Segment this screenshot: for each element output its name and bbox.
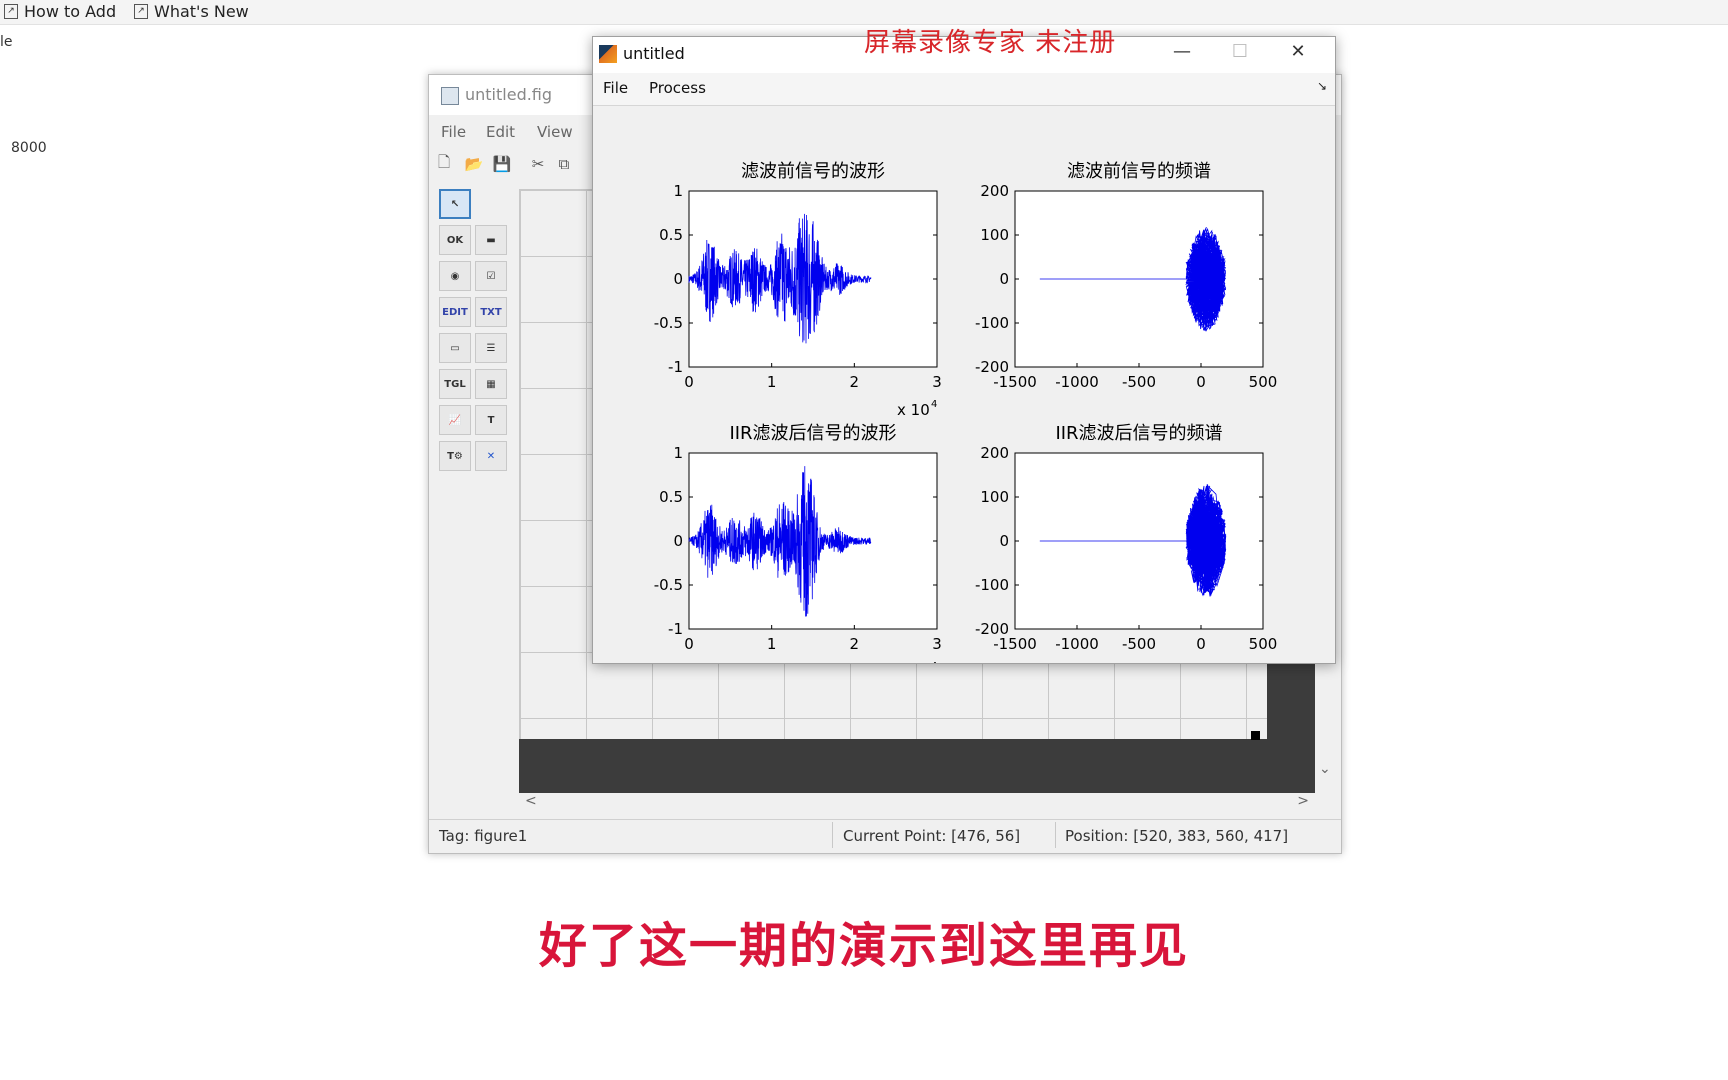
button-group-tool-icon[interactable]: T⚙ bbox=[439, 441, 471, 471]
x-tick-label-1-4: 500 bbox=[1249, 373, 1278, 391]
chart-title-1: 滤波前信号的频谱 bbox=[1067, 161, 1211, 182]
copy-icon[interactable]: ⧉ bbox=[553, 153, 575, 175]
x-tick-label-3-0: -1500 bbox=[993, 635, 1037, 653]
toggle-button-tool-icon[interactable]: TGL bbox=[439, 369, 471, 399]
x-tick-label-0-3: 3 bbox=[932, 373, 942, 391]
watermark: 屏幕录像专家 未注册 bbox=[864, 28, 1117, 58]
y-tick-label-1-2: 0 bbox=[999, 270, 1009, 288]
x-tick-label-0-0: 0 bbox=[684, 373, 694, 391]
guide-menu-view[interactable]: View bbox=[537, 123, 573, 141]
y-tick-label-0-1: 0.5 bbox=[659, 226, 683, 244]
matlab-logo-icon bbox=[599, 45, 617, 63]
x-tick-label-1-1: -1000 bbox=[1055, 373, 1099, 391]
panel-tool-icon[interactable]: T bbox=[475, 405, 507, 435]
plots-area: 滤波前信号的波形10.50-0.5-10 1 2 3x 10 4滤波前信号的频谱2001… bbox=[654, 161, 1278, 663]
figure-window: untitled — ☐ ✕ File Process ↘ 滤波前信号的波形 1 0… bbox=[592, 36, 1336, 664]
y-tick-label-3-0: 200 bbox=[980, 444, 1009, 462]
y-tick-label-1-1: 100 bbox=[980, 226, 1009, 244]
guide-statusbar: Tag: figure1 Current Point: [476, 56] Po… bbox=[429, 819, 1341, 852]
scroll-down-icon[interactable]: ⌄ bbox=[1319, 761, 1331, 777]
horizontal-scrollbar[interactable]: < > bbox=[519, 793, 1315, 813]
y-tick-label-3-3: -100 bbox=[975, 576, 1009, 594]
scroll-right-icon[interactable]: > bbox=[1297, 793, 1309, 809]
resize-handle[interactable] bbox=[1251, 731, 1260, 740]
y-tick-label-0-3: -0.5 bbox=[654, 314, 683, 332]
popup-menu-tool-icon[interactable]: ▭ bbox=[439, 333, 471, 363]
x-tick-label-1-2: -500 bbox=[1122, 373, 1156, 391]
guide-menu-edit[interactable]: Edit bbox=[486, 123, 515, 141]
dock-icon[interactable]: ↘ bbox=[1317, 79, 1327, 93]
close-icon[interactable]: ✕ bbox=[1283, 41, 1313, 62]
x-tick-label-3-4: 500 bbox=[1249, 635, 1278, 653]
background-text-fragment: le bbox=[0, 34, 13, 50]
x-tick-label-2-0: 0 bbox=[684, 635, 694, 653]
x-tick-label-1-3: 0 bbox=[1196, 373, 1206, 391]
y-tick-label-3-2: 0 bbox=[999, 532, 1009, 550]
figure-title: untitled bbox=[623, 44, 685, 63]
chart-title-3: IIR滤波后信号的频谱 bbox=[1055, 423, 1222, 444]
status-divider bbox=[832, 822, 833, 848]
background-value: 8000 bbox=[11, 140, 47, 156]
x-tick-label-0-2: 2 bbox=[850, 373, 860, 391]
x-tick-label-2-3: 3 bbox=[932, 635, 942, 653]
cut-icon[interactable]: ✂ bbox=[527, 153, 549, 175]
x-exponent-label-0: x 10 bbox=[897, 401, 930, 419]
figure-menu-file[interactable]: File bbox=[603, 79, 628, 97]
y-tick-label-2-4: -1 bbox=[668, 620, 683, 638]
chart-title-0: 滤波前信号的波形 bbox=[741, 161, 885, 182]
maximize-icon[interactable]: ☐ bbox=[1225, 41, 1255, 62]
table-tool-icon[interactable]: ▦ bbox=[475, 369, 507, 399]
shortcut-whats-new[interactable]: ↗ What's New bbox=[134, 2, 249, 21]
activex-tool-icon[interactable]: ✕ bbox=[475, 441, 507, 471]
save-icon[interactable]: 💾 bbox=[491, 153, 513, 175]
scroll-left-icon[interactable]: < bbox=[525, 793, 537, 809]
y-tick-label-2-1: 0.5 bbox=[659, 488, 683, 506]
x-tick-label-3-2: -500 bbox=[1122, 635, 1156, 653]
status-tag: Tag: figure1 bbox=[439, 827, 528, 845]
push-button-tool-icon[interactable]: OK bbox=[439, 225, 471, 255]
y-tick-label-0-0: 1 bbox=[673, 182, 683, 200]
edit-text-tool-icon[interactable]: EDIT bbox=[439, 297, 471, 327]
open-folder-icon[interactable]: 📂 bbox=[463, 153, 485, 175]
shortcut-icon: ↗ bbox=[4, 4, 18, 19]
x-tick-label-3-3: 0 bbox=[1196, 635, 1206, 653]
listbox-tool-icon[interactable]: ☰ bbox=[475, 333, 507, 363]
status-current-point: Current Point: [476, 56] bbox=[843, 827, 1021, 845]
x-tick-label-1-0: -1500 bbox=[993, 373, 1037, 391]
y-tick-label-0-2: 0 bbox=[673, 270, 683, 288]
minimize-icon[interactable]: — bbox=[1167, 41, 1197, 62]
axes-tool-icon[interactable]: 📈 bbox=[439, 405, 471, 435]
status-position: Position: [520, 383, 560, 417] bbox=[1065, 827, 1289, 845]
static-text-tool-icon[interactable]: TXT bbox=[475, 297, 507, 327]
chart-title-2: IIR滤波后信号的波形 bbox=[729, 423, 896, 444]
x-exponent-power-0: 4 bbox=[931, 399, 937, 410]
status-divider bbox=[1055, 822, 1056, 848]
x-tick-label-2-2: 2 bbox=[850, 635, 860, 653]
select-tool-icon[interactable]: ↖ bbox=[439, 189, 471, 219]
y-tick-label-1-0: 200 bbox=[980, 182, 1009, 200]
shortcut-icon: ↗ bbox=[134, 4, 148, 19]
x-exponent-power-2: 4 bbox=[931, 661, 937, 663]
shortcut-how-to-add[interactable]: ↗ How to Add bbox=[4, 2, 116, 21]
y-tick-label-0-4: -1 bbox=[668, 358, 683, 376]
y-tick-label-2-3: -0.5 bbox=[654, 576, 683, 594]
y-tick-label-3-1: 100 bbox=[980, 488, 1009, 506]
y-tick-label-2-0: 1 bbox=[673, 444, 683, 462]
x-tick-label-0-1: 1 bbox=[767, 373, 777, 391]
guide-title: untitled.fig bbox=[465, 85, 553, 104]
canvas-border-bottom bbox=[519, 739, 1315, 793]
slider-tool-icon[interactable]: ▬ bbox=[475, 225, 507, 255]
guide-menu-file[interactable]: File bbox=[441, 123, 466, 141]
y-tick-label-1-3: -100 bbox=[975, 314, 1009, 332]
x-tick-label-2-1: 1 bbox=[767, 635, 777, 653]
figure-menu-process[interactable]: Process bbox=[649, 79, 706, 97]
radio-button-tool-icon[interactable]: ◉ bbox=[439, 261, 471, 291]
video-subtitle: 好了这一期的演示到这里再见 bbox=[538, 918, 1189, 974]
new-file-icon[interactable]: 🗋 bbox=[433, 153, 455, 175]
x-tick-label-3-1: -1000 bbox=[1055, 635, 1099, 653]
y-tick-label-2-2: 0 bbox=[673, 532, 683, 550]
fig-file-icon bbox=[441, 87, 459, 105]
figure-menubar: File Process bbox=[593, 73, 1335, 106]
checkbox-tool-icon[interactable]: ☑ bbox=[475, 261, 507, 291]
